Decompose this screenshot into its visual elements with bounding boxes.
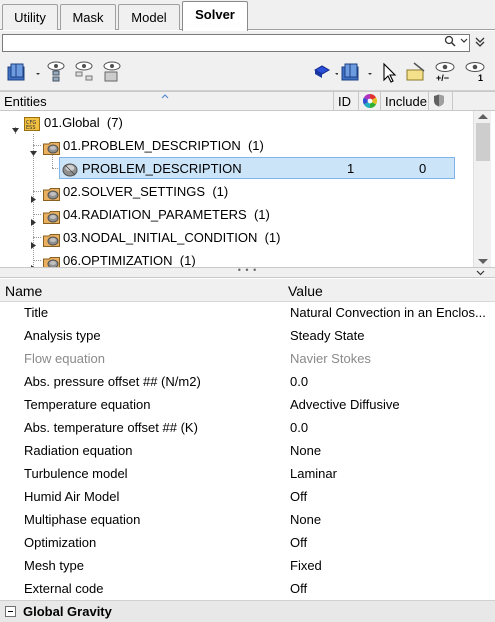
- tree-node-problem-description-entity[interactable]: PROBLEM_DESCRIPTION 1 0: [0, 157, 473, 180]
- tree-node-label: 01.Global (7): [44, 115, 123, 130]
- group-folder-icon: [43, 185, 60, 201]
- tree-node-label: 01.PROBLEM_DESCRIPTION (1): [63, 138, 264, 153]
- entity-icon: [61, 161, 78, 177]
- show-only-badge: 1: [478, 73, 484, 83]
- tab-utility[interactable]: Utility: [2, 4, 58, 30]
- tree-node-label: 06.OPTIMIZATION (1): [63, 253, 196, 267]
- tree-node-nodal-initial-condition[interactable]: 03.NODAL_INITIAL_CONDITION (1): [0, 226, 473, 249]
- tab-bar: Utility Mask Model Solver: [0, 0, 495, 31]
- tab-solver-label: Solver: [195, 7, 235, 22]
- collapse-toggle-icon[interactable]: [11, 119, 20, 133]
- id-column-header[interactable]: ID: [334, 92, 359, 110]
- collapse-toggle-icon[interactable]: [29, 142, 38, 156]
- expand-all-icon[interactable]: [44, 61, 68, 85]
- entities-column-header[interactable]: Entities: [0, 92, 334, 110]
- color-column-header[interactable]: [359, 92, 381, 110]
- tab-utility-label: Utility: [14, 10, 46, 25]
- property-row-external-code[interactable]: External code Off: [0, 578, 495, 601]
- search-box: [2, 34, 470, 52]
- svg-text:ESS: ESS: [26, 125, 36, 131]
- property-row-humid-air-model[interactable]: Humid Air Model Off: [0, 486, 495, 509]
- property-table: Title Natural Convection in an Enclos... …: [0, 302, 495, 602]
- tab-solver[interactable]: Solver: [182, 1, 248, 31]
- property-row-radiation-equation[interactable]: Radiation equation None: [0, 440, 495, 463]
- value-column-header[interactable]: Value: [288, 283, 323, 299]
- property-row-temperature-equation[interactable]: Temperature equation Advective Diffusive: [0, 394, 495, 417]
- section-global-gravity[interactable]: Global Gravity: [0, 600, 495, 622]
- entity-id-value: 1: [347, 161, 355, 176]
- group-folder-icon: [43, 254, 60, 267]
- display-filter-icon[interactable]: [312, 61, 339, 85]
- expand-toggle-icon[interactable]: [29, 211, 38, 226]
- show-selected-icon[interactable]: [100, 61, 124, 85]
- entity-include-value: 0: [419, 161, 427, 176]
- property-row-abs-temperature-offset[interactable]: Abs. temperature offset ## (K) 0.0: [0, 417, 495, 440]
- group-folder-icon: [43, 139, 60, 155]
- splitter-grip-icon: • • •: [237, 265, 258, 275]
- name-column-header[interactable]: Name: [5, 283, 42, 299]
- search-input[interactable]: [3, 35, 433, 51]
- entities-header: Entities ID Include: [0, 91, 495, 111]
- show-only-icon[interactable]: 1: [462, 61, 488, 85]
- sort-ascending-icon: [161, 94, 169, 99]
- scroll-up-arrow-icon[interactable]: [478, 114, 488, 119]
- collapse-double-chevron-icon[interactable]: [474, 35, 486, 52]
- entity-tree: CFG ESS 01.Global (7) 01.PROBLEM_DESCRIPT…: [0, 111, 473, 267]
- panel-splitter[interactable]: • • •: [0, 265, 495, 278]
- color-wheel-icon: [363, 94, 377, 108]
- tree-node-optimization[interactable]: 06.OPTIMIZATION (1): [0, 249, 473, 267]
- property-row-mesh-type[interactable]: Mesh type Fixed: [0, 555, 495, 578]
- search-options-chevron-icon[interactable]: [457, 35, 471, 51]
- tab-model-label: Model: [131, 10, 167, 25]
- tree-node-label: 03.NODAL_INITIAL_CONDITION (1): [63, 230, 281, 245]
- collapse-all-icon[interactable]: [72, 61, 96, 85]
- property-row-abs-pressure-offset[interactable]: Abs. pressure offset ## (N/m2) 0.0: [0, 371, 495, 394]
- collapse-section-icon[interactable]: [5, 606, 16, 617]
- search-icon[interactable]: [443, 35, 457, 51]
- entities-column-label: Entities: [4, 94, 47, 109]
- entity-toolbar: +/− 1: [0, 55, 495, 91]
- tree-node-solver-settings[interactable]: 02.SOLVER_SETTINGS (1): [0, 180, 473, 203]
- property-row-turbulence-model[interactable]: Turbulence model Laminar: [0, 463, 495, 486]
- tree-node-radiation-parameters[interactable]: 04.RADIATION_PARAMETERS (1): [0, 203, 473, 226]
- property-row-multiphase-equation[interactable]: Multiphase equation None: [0, 509, 495, 532]
- expand-toggle-icon[interactable]: [29, 257, 38, 267]
- tree-node-global[interactable]: CFG ESS 01.Global (7): [0, 111, 473, 134]
- property-row-optimization[interactable]: Optimization Off: [0, 532, 495, 555]
- section-label: Global Gravity: [23, 604, 112, 619]
- splitter-chevron-icon[interactable]: [476, 269, 485, 277]
- tree-scrollbar[interactable]: [473, 111, 491, 267]
- tab-model[interactable]: Model: [118, 4, 180, 30]
- tree-node-label: PROBLEM_DESCRIPTION: [82, 161, 242, 176]
- cfg-folder-icon: CFG ESS: [24, 115, 40, 131]
- id-column-label: ID: [338, 94, 351, 109]
- tree-node-problem-description-folder[interactable]: 01.PROBLEM_DESCRIPTION (1): [0, 134, 473, 157]
- include-column-label: Include: [385, 94, 427, 109]
- pointer-select-icon[interactable]: [380, 61, 398, 85]
- visibility-column-header[interactable]: [429, 92, 453, 110]
- search-row: [0, 31, 495, 55]
- tab-mask-label: Mask: [72, 10, 104, 25]
- property-row-analysis-type[interactable]: Analysis type Steady State: [0, 325, 495, 348]
- show-hide-toggle-icon[interactable]: +/−: [432, 61, 458, 85]
- property-row-flow-equation: Flow equation Navier Stokes: [24, 351, 371, 366]
- shield-icon: [434, 94, 444, 107]
- group-folder-icon: [43, 231, 60, 247]
- entity-view-icon[interactable]: [6, 61, 42, 85]
- expand-toggle-icon[interactable]: [29, 234, 38, 249]
- entity-type-selector-icon[interactable]: [340, 61, 376, 85]
- show-hide-badge: +/−: [436, 73, 450, 83]
- property-row-title[interactable]: Title Natural Convection in an Enclos...: [0, 302, 495, 325]
- tab-mask[interactable]: Mask: [60, 4, 116, 30]
- property-header: Name Value: [0, 279, 495, 302]
- highlight-icon[interactable]: [404, 61, 428, 85]
- scroll-down-arrow-icon[interactable]: [478, 259, 488, 264]
- scroll-thumb[interactable]: [476, 123, 490, 161]
- tree-node-label: 02.SOLVER_SETTINGS (1): [63, 184, 229, 199]
- expand-toggle-icon[interactable]: [29, 188, 38, 203]
- group-folder-icon: [43, 208, 60, 224]
- include-column-header[interactable]: Include: [381, 92, 429, 110]
- tree-node-label: 04.RADIATION_PARAMETERS (1): [63, 207, 270, 222]
